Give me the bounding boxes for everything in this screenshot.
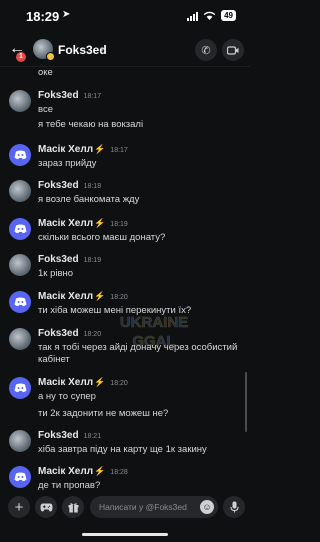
message[interactable]: Foks3ed 18:19 1к рівно <box>0 252 250 280</box>
message[interactable]: Масік Хелл⚡ 18:19 скільки всього маєш дон… <box>0 216 250 244</box>
message-text: 1к рівно <box>38 268 74 279</box>
lightning-icon: ⚡ <box>94 377 106 387</box>
lightning-icon: ⚡ <box>94 466 106 476</box>
message-input[interactable] <box>99 496 194 518</box>
message-author[interactable]: Масік Хелл⚡ 18:17 <box>38 144 128 155</box>
message-timestamp: 18:17 <box>83 93 102 100</box>
svg-text:GGAL: GGAL <box>132 333 175 350</box>
avatar[interactable] <box>9 291 31 313</box>
message-composer: + ☺ <box>0 492 250 542</box>
message-text: а ну то супер <box>38 391 96 402</box>
avatar[interactable] <box>9 466 31 488</box>
message[interactable]: Foks3ed 18:21 хіба завтра піду на карту щ… <box>0 428 250 456</box>
message-text: я тебе чекаю на вокзалі <box>38 119 144 130</box>
message-text: я возле банкомата жду <box>38 194 140 205</box>
discord-logo-icon <box>14 224 26 234</box>
message[interactable]: оке <box>0 66 250 78</box>
attach-button[interactable]: + <box>8 496 30 518</box>
message-author[interactable]: Foks3ed 18:19 <box>38 254 101 265</box>
message-input-container: ☺ <box>90 496 218 518</box>
avatar[interactable] <box>9 90 31 112</box>
status-time: 18:29 <box>26 9 60 24</box>
avatar[interactable] <box>9 218 31 240</box>
activities-button[interactable] <box>35 496 57 518</box>
call-button[interactable]: ✆ <box>195 39 217 61</box>
idle-status-icon <box>46 52 55 61</box>
message[interactable]: Масік Хелл⚡ 18:28 де ти пропав? <box>0 464 250 492</box>
message-timestamp: 18:20 <box>110 380 128 387</box>
message-text: ти 2к задонити не можеш не? <box>38 408 169 419</box>
avatar[interactable] <box>9 328 31 350</box>
video-camera-icon <box>227 45 239 55</box>
message[interactable]: Масік Хелл⚡ 18:17 зараз прийду <box>0 142 250 170</box>
message-text: де ти пропав? <box>38 480 101 491</box>
phone-icon: ✆ <box>201 44 211 57</box>
plus-icon: + <box>14 498 24 516</box>
video-call-button[interactable] <box>222 39 244 61</box>
lightning-icon: ⚡ <box>94 144 106 154</box>
message-text: хіба завтра піду на карту ще 1к закину <box>38 444 207 455</box>
gift-button[interactable] <box>62 496 84 518</box>
discord-logo-icon <box>14 150 26 160</box>
status-bar: 18:29 ➤ 49 <box>0 0 250 34</box>
message-timestamp: 18:19 <box>83 257 102 264</box>
location-arrow-icon: ➤ <box>62 9 71 20</box>
chevron-right-icon[interactable]: › <box>100 42 104 56</box>
emoji-icon[interactable]: ☺ <box>200 500 214 514</box>
lightning-icon: ⚡ <box>94 291 106 301</box>
unread-badge: 1 <box>16 52 26 62</box>
svg-text:UKRAINE: UKRAINE <box>120 314 188 331</box>
discord-logo-icon <box>14 297 26 307</box>
message[interactable]: Foks3ed 18:17 все я тебе чекаю на вокзалі <box>0 88 250 130</box>
watermark-logo: UKRAINE GGAL <box>120 314 189 351</box>
battery-level: 49 <box>221 10 236 21</box>
message-text: скільки всього маєш донату? <box>38 232 166 243</box>
avatar[interactable] <box>9 377 31 399</box>
lightning-icon: ⚡ <box>94 218 106 228</box>
message-timestamp: 18:18 <box>83 183 102 190</box>
message-timestamp: 18:19 <box>110 221 128 228</box>
message-timestamp: 18:20 <box>83 331 102 338</box>
message-list[interactable]: оке Foks3ed 18:17 все я тебе чекаю на вок… <box>0 66 250 492</box>
message-author[interactable]: Масік Хелл⚡ 18:28 <box>38 466 128 477</box>
discord-logo-icon <box>14 472 26 482</box>
gamepad-icon <box>40 503 52 511</box>
signal-icon <box>187 11 199 21</box>
message-author[interactable]: Масік Хелл⚡ 18:20 <box>38 291 128 302</box>
message-author[interactable]: Foks3ed 18:18 <box>38 180 101 191</box>
message-author[interactable]: Foks3ed 18:21 <box>38 430 101 441</box>
scrollbar[interactable] <box>245 372 247 432</box>
message-timestamp: 18:17 <box>110 147 128 154</box>
message-author[interactable]: Foks3ed 18:17 <box>38 90 101 101</box>
avatar[interactable] <box>9 254 31 276</box>
avatar[interactable] <box>9 180 31 202</box>
message-text: зараз прийду <box>38 158 97 169</box>
message-timestamp: 18:21 <box>83 433 102 440</box>
discord-logo-icon <box>14 383 26 393</box>
message-author[interactable]: Масік Хелл⚡ 18:20 <box>38 377 128 388</box>
microphone-icon <box>229 501 239 513</box>
message[interactable]: Масік Хелл⚡ 18:20 а ну то супер ти 2к зад… <box>0 375 250 419</box>
message-author[interactable]: Масік Хелл⚡ 18:19 <box>38 218 128 229</box>
wifi-icon <box>203 11 216 21</box>
message[interactable]: Foks3ed 18:18 я возле банкомата жду <box>0 178 250 206</box>
home-indicator <box>82 533 168 536</box>
message-author[interactable]: Foks3ed 18:20 <box>38 328 101 339</box>
chat-header: ← 1 Foks3ed › ✆ <box>0 34 250 67</box>
message-text: все <box>38 104 53 115</box>
avatar[interactable] <box>9 144 31 166</box>
message-timestamp: 18:20 <box>110 294 128 301</box>
gift-icon <box>68 502 78 512</box>
voice-message-button[interactable] <box>223 496 245 518</box>
status-icons: 49 <box>187 10 236 21</box>
message-text: оке <box>38 67 53 78</box>
message-timestamp: 18:28 <box>110 469 128 476</box>
avatar[interactable] <box>9 430 31 452</box>
